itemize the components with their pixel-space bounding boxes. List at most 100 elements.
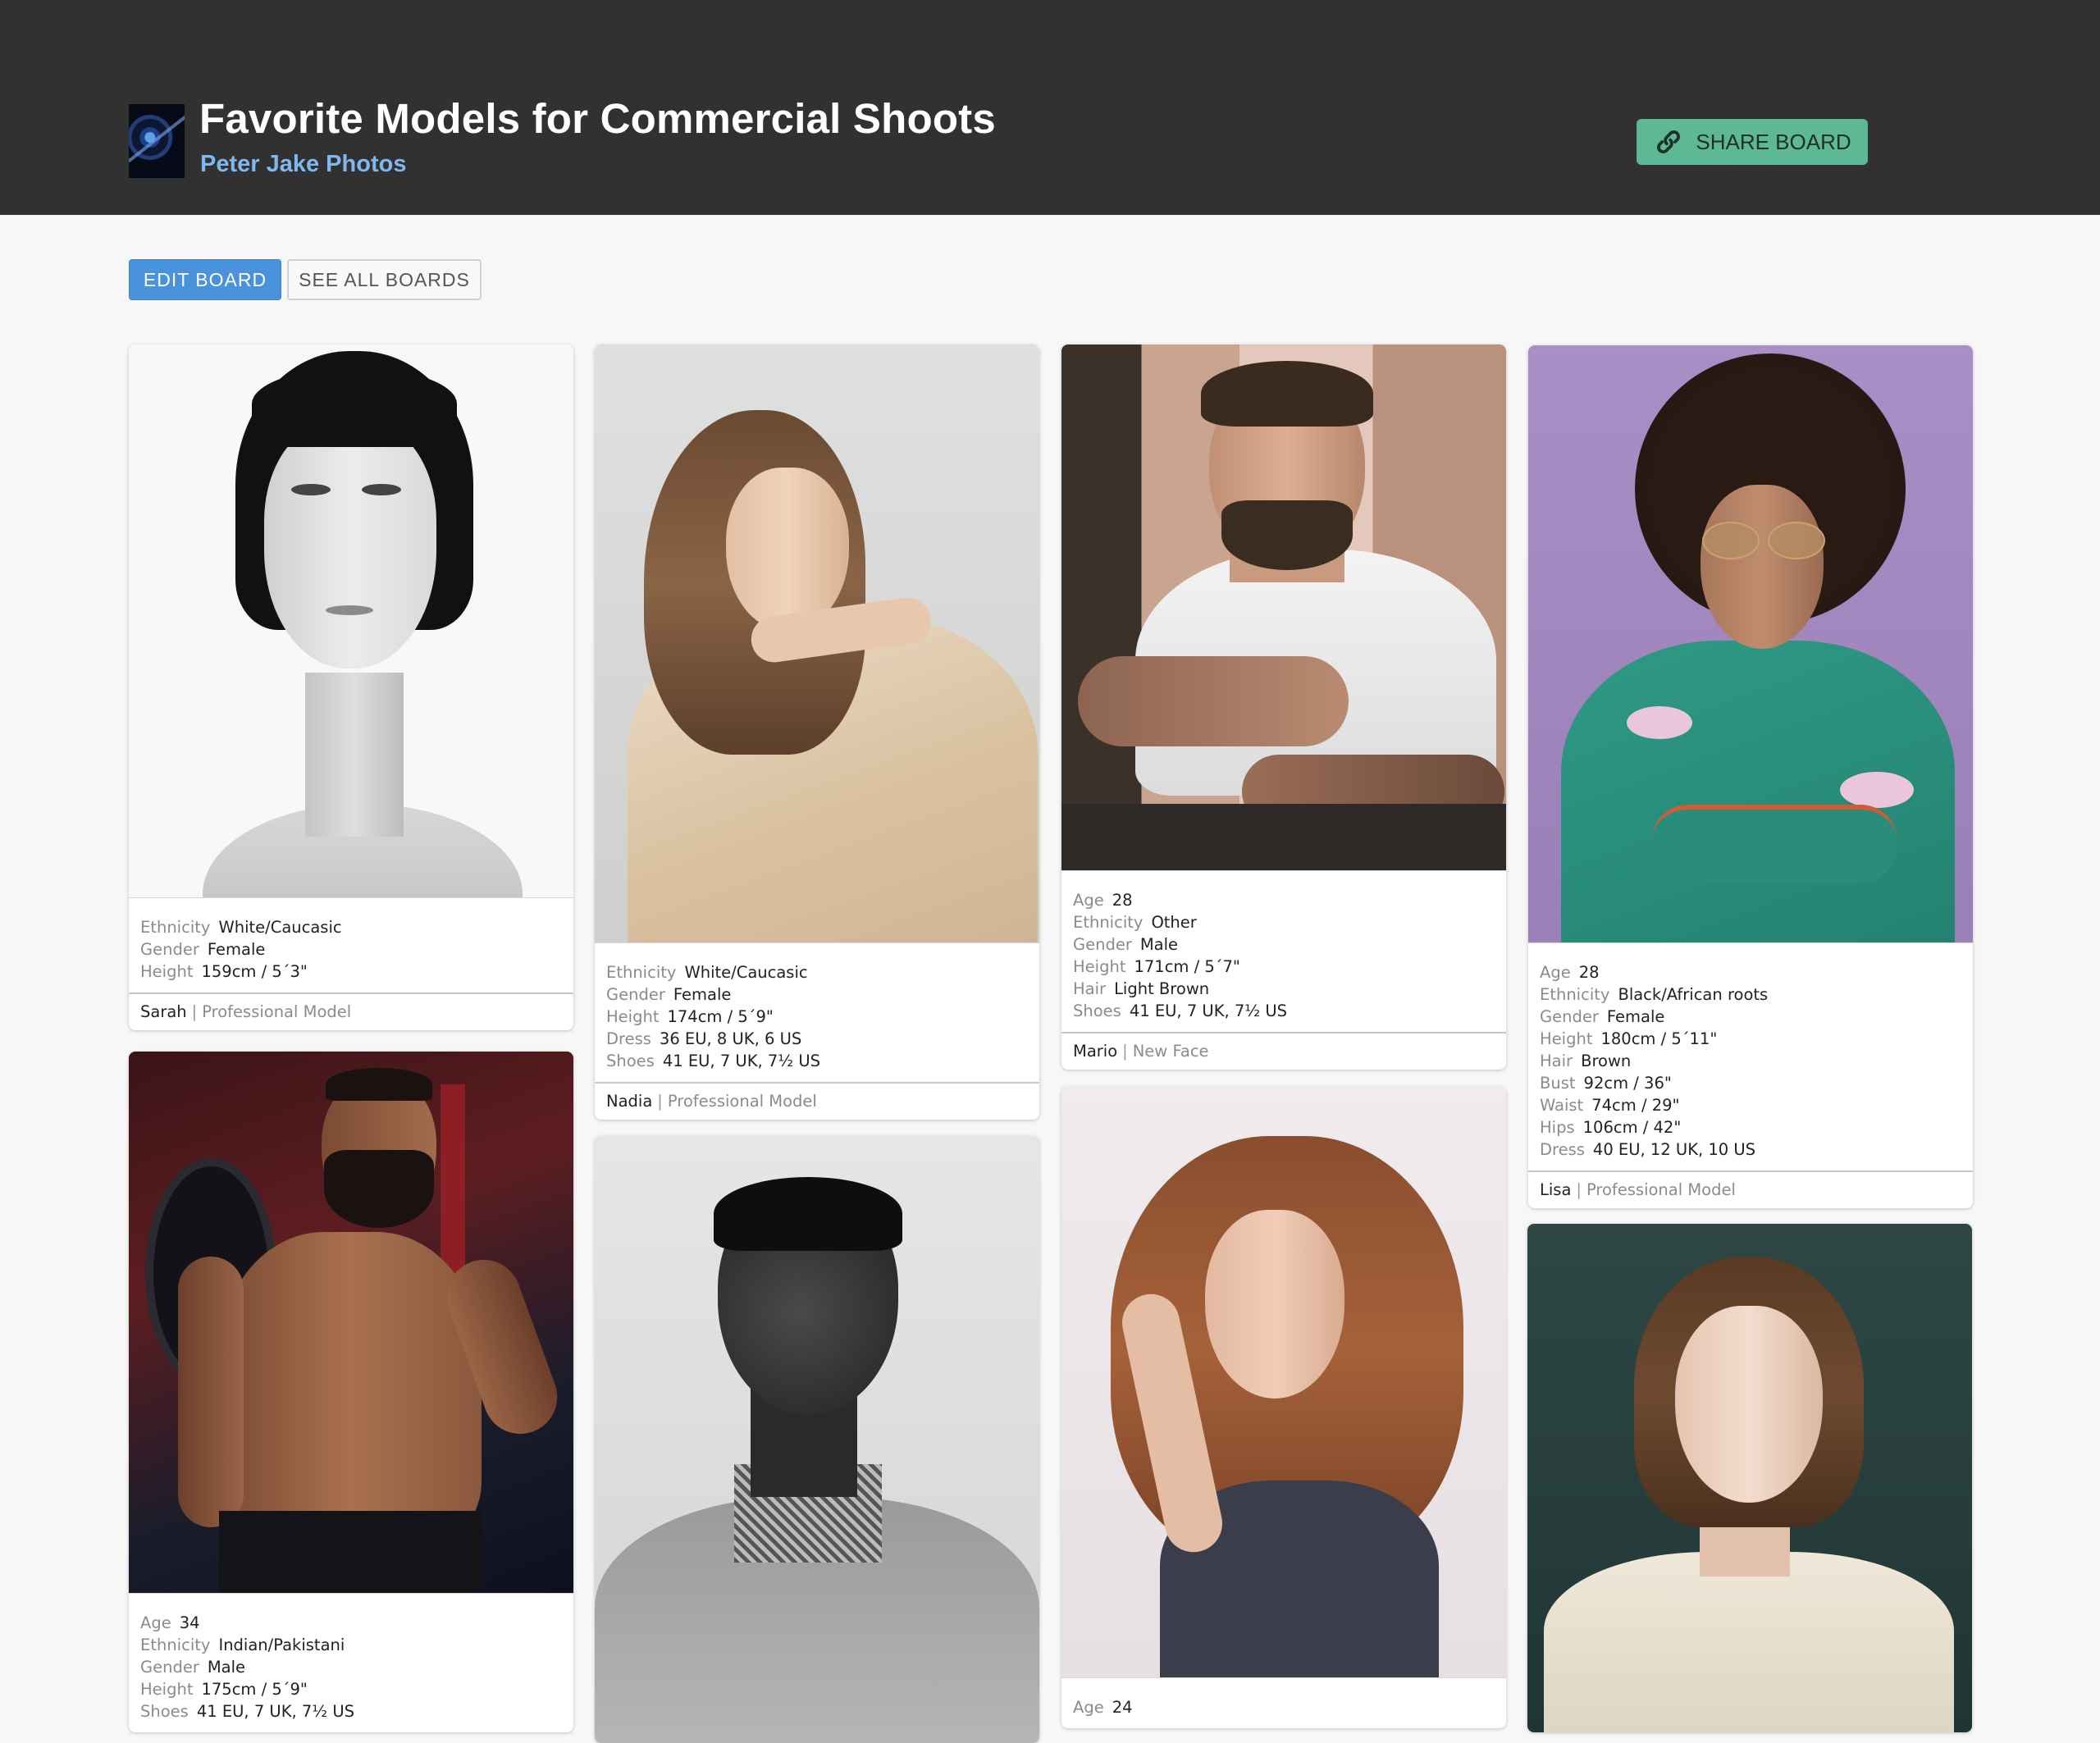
model-name[interactable]: Nadia xyxy=(606,1092,652,1111)
detail-row-gender: Gender Male xyxy=(140,1656,562,1678)
detail-value: Brown xyxy=(1581,1052,1632,1070)
model-category: Professional Model xyxy=(202,1002,352,1021)
model-card[interactable] xyxy=(1527,1224,1972,1732)
edit-board-button[interactable]: EDIT BOARD xyxy=(129,259,281,300)
detail-label: Waist xyxy=(1540,1096,1584,1115)
model-card[interactable]: Ethnicity White/Caucasic Gender Female Heigh… xyxy=(129,344,573,1030)
detail-value: 106cm / 42" xyxy=(1582,1118,1682,1137)
board-title: Favorite Models for Commercial Shoots xyxy=(199,95,996,142)
board-owner-link[interactable]: Peter Jake Photos xyxy=(200,151,406,178)
detail-label: Hips xyxy=(1540,1118,1575,1137)
model-details: Age 28 Ethnicity Black/African roots Gender F… xyxy=(1528,942,1973,1170)
board-header: Favorite Models for Commercial Shoots Pe… xyxy=(0,0,2100,215)
detail-value: 171cm / 5´7" xyxy=(1134,957,1240,976)
footer-separator: | xyxy=(191,1002,198,1021)
model-card[interactable]: Age 28 Ethnicity Black/African roots Gender F… xyxy=(1528,345,1973,1208)
model-category: Professional Model xyxy=(1586,1180,1736,1199)
detail-value: 175cm / 5´9" xyxy=(201,1680,308,1699)
detail-value: Male xyxy=(207,1658,246,1677)
detail-row-dress: Dress 36 EU, 8 UK, 6 US xyxy=(606,1028,1028,1050)
share-board-button[interactable]: SHARE BOARD xyxy=(1637,119,1868,165)
model-photo[interactable] xyxy=(129,1052,573,1593)
detail-label: Dress xyxy=(1540,1140,1585,1159)
model-photo[interactable] xyxy=(595,1136,1039,1743)
model-name[interactable]: Mario xyxy=(1073,1042,1117,1061)
detail-label: Ethnicity xyxy=(1540,985,1610,1004)
detail-label: Age xyxy=(1073,1698,1104,1717)
detail-value: 28 xyxy=(1112,891,1133,910)
detail-row-hair: Hair Brown xyxy=(1540,1050,1961,1072)
model-category: New Face xyxy=(1132,1042,1209,1061)
detail-row-age: Age 28 xyxy=(1540,961,1961,983)
model-footer[interactable]: Nadia | Professional Model xyxy=(595,1082,1039,1120)
model-details: Age 24 xyxy=(1061,1677,1506,1728)
model-card[interactable]: Ethnicity White/Caucasic Gender Female Heigh… xyxy=(595,344,1039,1120)
detail-value: Light Brown xyxy=(1114,979,1210,998)
model-category: Professional Model xyxy=(667,1092,817,1111)
detail-value: 180cm / 5´11" xyxy=(1600,1029,1718,1048)
detail-value: 159cm / 5´3" xyxy=(201,962,308,981)
detail-value: Male xyxy=(1139,935,1179,954)
detail-label: Height xyxy=(140,962,194,981)
detail-label: Gender xyxy=(606,985,665,1004)
detail-row-shoes: Shoes 41 EU, 7 UK, 7½ US xyxy=(606,1050,1028,1072)
detail-label: Hair xyxy=(1540,1052,1573,1070)
model-footer[interactable]: Lisa | Professional Model xyxy=(1528,1170,1973,1208)
detail-label: Age xyxy=(1540,963,1571,982)
model-photo[interactable] xyxy=(1061,344,1506,870)
model-card[interactable] xyxy=(595,1136,1039,1743)
see-all-boards-button[interactable]: SEE ALL BOARDS xyxy=(287,259,482,300)
detail-row-shoes: Shoes 41 EU, 7 UK, 7½ US xyxy=(140,1700,562,1722)
detail-label: Shoes xyxy=(140,1702,189,1721)
detail-row-hips: Hips 106cm / 42" xyxy=(1540,1116,1961,1138)
model-card[interactable]: Age 28 Ethnicity Other Gender Male Height 171cm… xyxy=(1061,344,1506,1070)
detail-row-gender: Gender Female xyxy=(140,938,562,960)
detail-value: Black/African roots xyxy=(1618,985,1769,1004)
detail-value: 40 EU, 12 UK, 10 US xyxy=(1592,1140,1756,1159)
model-photo[interactable] xyxy=(1528,345,1973,942)
link-icon xyxy=(1657,130,1681,153)
detail-value: 92cm / 36" xyxy=(1583,1074,1672,1093)
brand-logo[interactable] xyxy=(129,104,185,178)
detail-value: White/Caucasic xyxy=(218,918,342,937)
model-photo[interactable] xyxy=(1527,1224,1972,1732)
footer-separator: | xyxy=(1576,1180,1582,1199)
detail-label: Height xyxy=(606,1007,660,1026)
detail-value: Female xyxy=(1606,1007,1665,1026)
detail-label: Ethnicity xyxy=(140,918,211,937)
detail-value: 41 EU, 7 UK, 7½ US xyxy=(662,1052,821,1070)
detail-value: 41 EU, 7 UK, 7½ US xyxy=(1129,1002,1288,1020)
detail-row-dress: Dress 40 EU, 12 UK, 10 US xyxy=(1540,1138,1961,1161)
detail-row-gender: Gender Female xyxy=(606,983,1028,1006)
model-photo[interactable] xyxy=(129,344,573,897)
model-footer[interactable]: Mario | New Face xyxy=(1061,1032,1506,1070)
detail-label: Gender xyxy=(140,940,199,959)
detail-label: Bust xyxy=(1540,1074,1576,1093)
model-details: Age 28 Ethnicity Other Gender Male Height 171cm… xyxy=(1061,870,1506,1032)
detail-row-age: Age 24 xyxy=(1073,1696,1495,1718)
model-footer[interactable]: Sarah | Professional Model xyxy=(129,992,573,1030)
share-board-label: SHARE BOARD xyxy=(1696,129,1851,154)
detail-label: Height xyxy=(140,1680,194,1699)
detail-row-height: Height 171cm / 5´7" xyxy=(1073,956,1495,978)
model-photo[interactable] xyxy=(595,344,1039,942)
detail-label: Ethnicity xyxy=(140,1636,211,1654)
model-name[interactable]: Sarah xyxy=(140,1002,187,1021)
detail-row-age: Age 28 xyxy=(1073,889,1495,911)
model-name[interactable]: Lisa xyxy=(1540,1180,1571,1199)
detail-row-gender: Gender Female xyxy=(1540,1006,1961,1028)
detail-label: Age xyxy=(1073,891,1104,910)
detail-row-ethnicity: Ethnicity Other xyxy=(1073,911,1495,933)
detail-row-ethnicity: Ethnicity White/Caucasic xyxy=(140,916,562,938)
detail-label: Height xyxy=(1540,1029,1593,1048)
detail-row-height: Height 174cm / 5´9" xyxy=(606,1006,1028,1028)
model-card[interactable]: Age 24 xyxy=(1061,1087,1506,1728)
detail-value: Indian/Pakistani xyxy=(218,1636,345,1654)
detail-label: Ethnicity xyxy=(606,963,677,982)
detail-label: Dress xyxy=(606,1029,651,1048)
model-card[interactable]: Age 34 Ethnicity Indian/Pakistani Gender Male… xyxy=(129,1052,573,1732)
detail-row-gender: Gender Male xyxy=(1073,933,1495,956)
detail-label: Hair xyxy=(1073,979,1107,998)
detail-value: 24 xyxy=(1112,1698,1133,1717)
model-photo[interactable] xyxy=(1061,1087,1506,1677)
